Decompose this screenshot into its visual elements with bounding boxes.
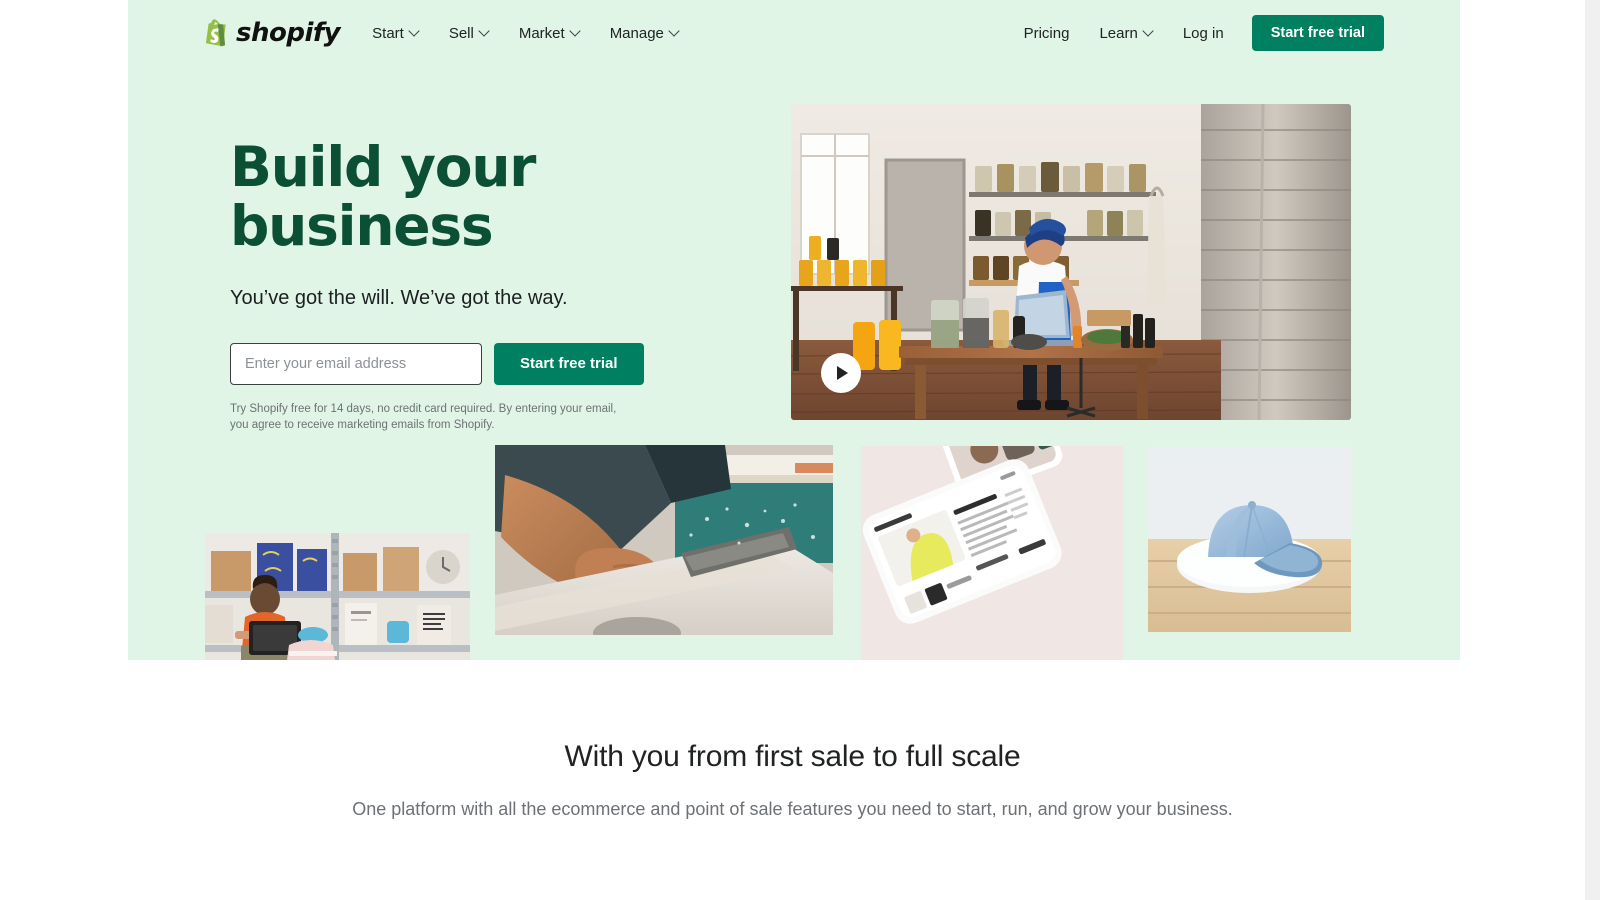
section-title: With you from first sale to full scale (564, 740, 1021, 773)
gallery-image-inventory (205, 533, 470, 660)
play-button[interactable] (821, 353, 861, 393)
gallery-item-workbench[interactable] (495, 445, 833, 635)
page-scrollbar[interactable] (1585, 0, 1600, 900)
lower-section: With you from first sale to full scale O… (0, 660, 1585, 823)
gallery-item-mobile-store[interactable] (861, 446, 1123, 660)
gallery-item-cap[interactable] (1148, 447, 1351, 632)
page-root: shopify Start Sell Market Manage Pricing… (0, 0, 1585, 900)
gallery-image-workbench (495, 445, 833, 635)
gallery-item-inventory[interactable] (205, 533, 470, 660)
hero-gallery (128, 0, 1460, 660)
gallery-image-cap (1148, 447, 1351, 632)
hero-section: shopify Start Sell Market Manage Pricing… (128, 0, 1460, 660)
gallery-image-mobile-store (861, 446, 1123, 660)
section-subtitle: One platform with all the ecommerce and … (352, 799, 1233, 819)
play-icon (837, 366, 848, 380)
